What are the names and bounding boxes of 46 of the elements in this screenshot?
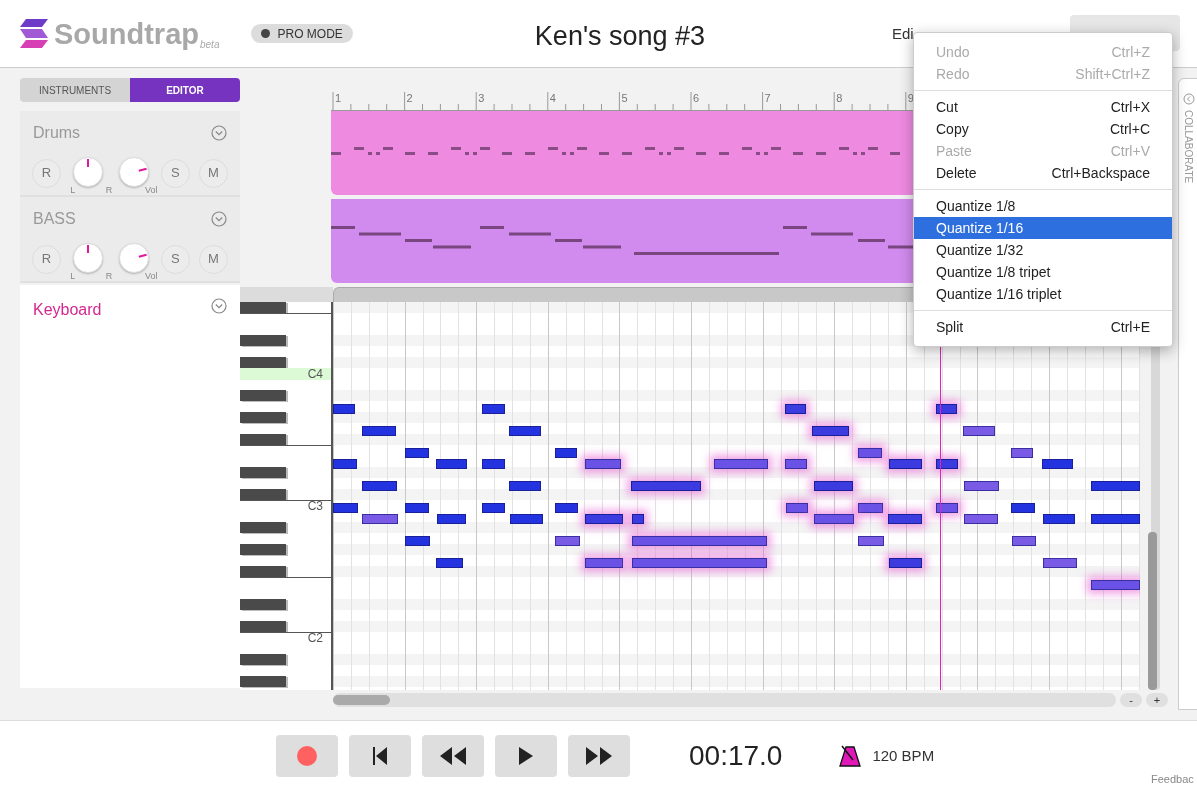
- menu-item-label: Undo: [936, 42, 970, 62]
- knob-label: Vol: [145, 269, 158, 283]
- menu-item-label: Paste: [936, 141, 972, 161]
- bar-number: 6: [693, 91, 700, 106]
- menu-shortcut: Ctrl+E: [1110, 317, 1150, 337]
- menu-item-label: Copy: [936, 119, 969, 139]
- knob-label: R: [105, 269, 113, 283]
- bar-number: 7: [764, 91, 771, 106]
- tempo-label: 120 BPM: [872, 745, 935, 766]
- pan-left-label: L: [70, 269, 76, 283]
- menu-item-label: Quantize 1/16 triplet: [936, 284, 1062, 304]
- bar-number: 2: [406, 91, 413, 106]
- menu-item-label: Cut: [936, 97, 958, 117]
- menu-item-label: Quantize 1/8 tripet: [936, 262, 1051, 282]
- knob-label: Vol: [145, 183, 158, 197]
- key-label: C3: [306, 500, 324, 512]
- key-label: C2: [306, 632, 324, 644]
- track-name: Drums: [33, 123, 81, 143]
- menu-item-label: Quantize 1/16: [936, 218, 1024, 238]
- menu-item-label: Quantize 1/8: [936, 196, 1016, 216]
- bar-number: 5: [621, 91, 628, 106]
- menu-item-label: Delete: [936, 163, 977, 183]
- bar-number: 4: [549, 91, 556, 106]
- track-name: BASS: [33, 209, 76, 229]
- time-display: 00:17.0: [689, 739, 783, 773]
- menu-item-label: Quantize 1/32: [936, 240, 1024, 260]
- track-name: Keyboard: [33, 300, 102, 320]
- pan-left-label: L: [70, 183, 76, 197]
- knob-label: R: [105, 183, 113, 197]
- bar-number: 1: [335, 91, 342, 106]
- menu-shortcut: Ctrl+V: [1110, 141, 1150, 161]
- menu-item-label: Split: [936, 317, 964, 337]
- menu-shortcut: Shift+Ctrl+Z: [1075, 64, 1150, 84]
- bar-number: 3: [478, 91, 485, 106]
- song-title: Ken's song #3: [534, 20, 706, 53]
- menu-shortcut: Ctrl+C: [1109, 119, 1150, 139]
- menu-shortcut: Ctrl+Z: [1111, 42, 1150, 62]
- bar-number: 9: [907, 91, 914, 106]
- key-label: C4: [240, 368, 331, 380]
- beta-label: beta: [200, 37, 220, 52]
- bar-number: 8: [836, 91, 843, 106]
- menu-shortcut: Ctrl+Backspace: [1051, 163, 1150, 183]
- menu-shortcut: Ctrl+X: [1110, 97, 1150, 117]
- app-logo-text: Soundtrap: [54, 18, 199, 49]
- menu-item-label: Redo: [936, 64, 970, 84]
- collaborate-label: COLLABORATE: [1182, 110, 1194, 186]
